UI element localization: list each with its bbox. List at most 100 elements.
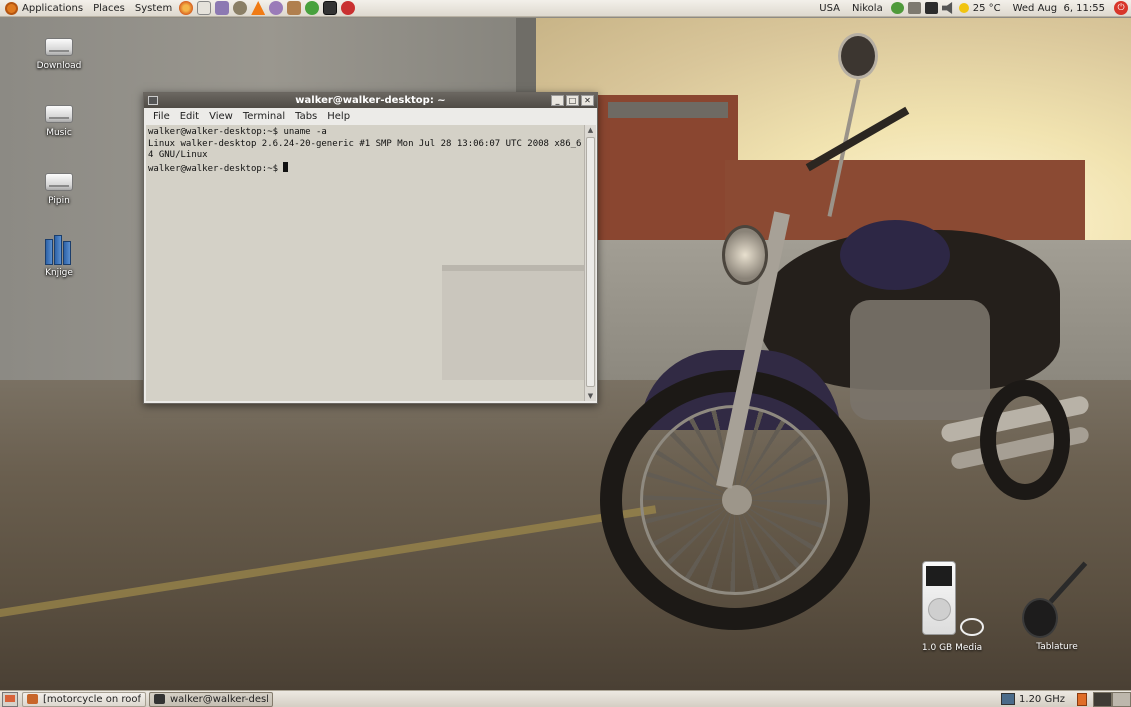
motorcycle-headlight (722, 225, 768, 285)
minimize-button[interactable]: _ (551, 95, 564, 106)
drive-icon (45, 173, 73, 191)
places-menu-label: Places (93, 2, 125, 14)
menu-view[interactable]: View (204, 111, 238, 122)
terminal-line: 4 GNU/Linux (148, 150, 208, 160)
terminal-output: walker@walker-desktop:~$ uname -a Linux w… (148, 127, 581, 175)
bottom-panel-right: 1.20 GHz (1001, 691, 1131, 707)
close-button[interactable]: ✕ (581, 95, 594, 106)
terminal-icon[interactable] (323, 1, 338, 15)
system-menu[interactable]: System (130, 0, 177, 17)
scroll-down-arrow-icon[interactable]: ▼ (585, 391, 596, 401)
cpu-frequency[interactable]: 1.20 GHz (1019, 694, 1065, 705)
window-controls: _ □ ✕ (549, 95, 594, 106)
weather-sun-icon[interactable] (958, 3, 969, 13)
taskbar-item-image-viewer[interactable]: [motorcycle on rooft... (22, 691, 146, 707)
desktop-icon-label: Download (36, 61, 82, 71)
desktop-icon-download[interactable]: Download (24, 38, 94, 71)
help-icon[interactable] (341, 1, 356, 15)
terminal-cursor (283, 161, 289, 172)
panel-right-area: USA Nikola 25 °C Wed Aug 6, 11:55 ⏻ (813, 0, 1131, 17)
motorcycle-hub (722, 485, 752, 515)
motorcycle-rear-wheel (980, 380, 1070, 500)
desktop-icon-pipin[interactable]: Pipin (24, 173, 94, 206)
taskbar-item-terminal[interactable]: walker@walker-deskt... (149, 691, 273, 707)
ipod-label: 1.0 GB Media (921, 643, 983, 653)
terminal-menubar: File Edit View Terminal Tabs Help (144, 108, 597, 124)
guitar-neck (1048, 561, 1088, 604)
desktop-icon-music[interactable]: Music (24, 105, 94, 138)
launcher-bar (177, 1, 357, 15)
firefox-icon[interactable] (179, 1, 194, 15)
cpu-frequency-icon[interactable] (1001, 693, 1016, 705)
media-player-icon[interactable] (305, 1, 320, 15)
menu-tabs[interactable]: Tabs (290, 111, 322, 122)
volume-icon[interactable] (941, 2, 953, 14)
ipod-icon[interactable] (922, 561, 956, 635)
trash-icon[interactable] (1077, 692, 1087, 706)
package-icon[interactable] (287, 1, 302, 15)
ubuntu-logo-icon (5, 1, 18, 15)
clock[interactable]: Wed Aug 6, 11:55 (1007, 3, 1111, 14)
image-viewer-icon (27, 694, 38, 704)
places-menu[interactable]: Places (88, 0, 130, 17)
mail-icon[interactable] (197, 1, 212, 15)
menu-terminal[interactable]: Terminal (238, 111, 290, 122)
guitar-icon[interactable] (1020, 560, 1100, 640)
terminal-transparent-background (442, 265, 585, 380)
guitar-body (1022, 598, 1058, 638)
menu-file[interactable]: File (148, 111, 175, 122)
taskbar-item-label: walker@walker-deskt... (170, 693, 268, 705)
ipod-click-wheel (928, 598, 951, 621)
top-panel: Applications Places System USA Nikola 25… (0, 0, 1131, 17)
terminal-line: Linux walker-desktop 2.6.24-20-generic #… (148, 138, 582, 149)
terminal-scrollbar[interactable]: ▲ ▼ (584, 125, 596, 401)
ipod-screen (926, 566, 952, 586)
applications-menu-label: Applications (22, 2, 84, 14)
power-icon[interactable]: ⏻ (1114, 1, 1128, 15)
wallpaper-brick-tower (598, 95, 738, 260)
desktop-icon-label: Music (46, 128, 72, 138)
gimp-icon[interactable] (233, 1, 248, 15)
terminal-icon (154, 694, 165, 704)
display-icon[interactable] (924, 2, 938, 14)
pidgin-chat-icon[interactable] (269, 1, 284, 15)
scrollbar-thumb[interactable] (586, 137, 595, 387)
keyboard-layout-indicator[interactable]: USA (813, 3, 846, 14)
user-switcher[interactable]: Nikola (846, 3, 889, 14)
workspace-1[interactable] (1093, 691, 1112, 707)
terminal-content[interactable]: walker@walker-desktop:~$ uname -a Linux w… (146, 125, 585, 401)
wallpaper-tower-roof (608, 102, 728, 118)
terminal-line: walker@walker-desktop:~$ uname -a (148, 127, 327, 137)
taskbar-item-label: [motorcycle on rooft... (43, 693, 141, 705)
guitar-label: Tablature (1036, 642, 1078, 652)
weather-temperature[interactable]: 25 °C (971, 3, 1007, 14)
menu-help[interactable]: Help (322, 111, 355, 122)
earbuds-icon (960, 618, 984, 636)
bottom-panel: [motorcycle on rooft... walker@walker-de… (0, 690, 1131, 707)
desktop-icon-knjige[interactable]: Knjige (24, 235, 94, 278)
terminal-prompt-line: walker@walker-desktop:~$ (148, 161, 581, 176)
system-menu-label: System (134, 2, 173, 14)
updates-icon[interactable] (907, 2, 921, 14)
terminal-titlebar[interactable]: walker@walker-desktop: ~ _ □ ✕ (144, 93, 597, 108)
motorcycle-mirror (838, 33, 878, 79)
desktop-icon-label: Knjige (45, 268, 73, 278)
books-icon (45, 235, 73, 265)
network-status-icon[interactable] (890, 2, 904, 14)
scroll-up-arrow-icon[interactable]: ▲ (585, 125, 596, 135)
desktop-icon-label: Pipin (48, 196, 70, 206)
terminal-window[interactable]: walker@walker-desktop: ~ _ □ ✕ File Edit… (143, 92, 598, 404)
motorcycle-engine (850, 300, 990, 420)
workspace-2[interactable] (1112, 691, 1131, 707)
terminal-prompt: walker@walker-desktop:~$ (148, 163, 284, 174)
terminal-title: walker@walker-desktop: ~ (295, 95, 446, 106)
maximize-button[interactable]: □ (566, 95, 579, 106)
vlc-icon[interactable] (251, 1, 266, 15)
motorcycle-tank (840, 220, 950, 290)
drive-icon (45, 105, 73, 123)
applications-menu[interactable]: Applications (0, 0, 88, 17)
menu-edit[interactable]: Edit (175, 111, 204, 122)
pidgin-icon[interactable] (215, 1, 230, 15)
drive-icon (45, 38, 73, 56)
show-desktop-icon[interactable] (2, 691, 18, 707)
